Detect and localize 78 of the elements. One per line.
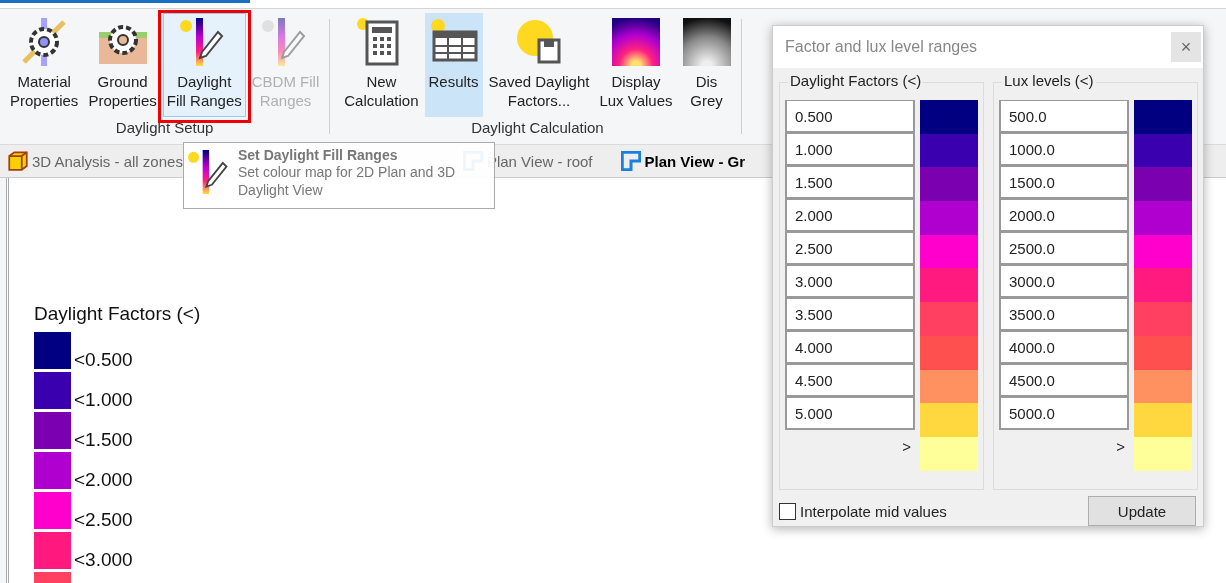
cube-icon [8,151,28,171]
ribbon-button[interactable]: Material Properties [6,13,83,117]
colour-swatch[interactable] [920,201,978,235]
range-input[interactable]: 4.500 [785,364,915,397]
range-input[interactable]: 5.000 [785,397,915,430]
colour-swatch[interactable] [920,100,978,134]
greater-than-label: > [902,438,911,455]
tooltip-title: Set Daylight Fill Ranges [238,147,398,163]
colour-swatch[interactable] [920,403,978,437]
legend-label: <1.500 [74,429,133,451]
greater-than-label: > [1116,438,1125,455]
colour-swatch[interactable] [1134,369,1192,404]
floor-plan-icon [620,151,641,171]
colour-swatch[interactable] [920,234,978,269]
ribbon-button[interactable]: New Calculation [340,13,423,117]
legend-label: <2.500 [74,509,133,531]
range-input[interactable]: 500.0 [999,100,1129,133]
legend-label: <3.000 [74,549,133,571]
ribbon-button[interactable]: Results [424,13,483,117]
ribbon-button[interactable]: Display Lux Values [595,13,677,117]
range-input[interactable]: 3000.0 [999,265,1129,298]
dialog-title: Factor and lux level ranges [785,38,978,56]
ribbon-button[interactable]: Saved Daylight Factors... [484,13,594,117]
colour-swatch[interactable] [1134,201,1192,235]
colour-swatch[interactable] [1134,335,1192,370]
ribbon-button[interactable]: Daylight Fill Ranges [162,13,246,117]
range-input[interactable]: 3.500 [785,298,915,331]
close-button[interactable]: × [1171,32,1201,62]
group-label: Daylight Setup [115,119,214,136]
colour-swatch[interactable] [920,436,978,471]
colour-swatch[interactable] [1134,167,1192,202]
colour-swatch[interactable] [1134,403,1192,437]
colour-swatch[interactable] [1134,234,1192,269]
gear-icon [20,18,69,66]
shaded-gradient-icon [682,18,731,66]
range-input[interactable]: 2.000 [785,199,915,232]
colour-swatch[interactable] [1134,436,1192,471]
range-input[interactable]: 3.000 [785,265,915,298]
range-input[interactable]: 1000.0 [999,133,1129,166]
range-input[interactable]: 1500.0 [999,166,1129,199]
colour-swatch[interactable] [1134,133,1192,168]
legend-label: <0.500 [74,349,133,371]
gradient-icon [612,18,660,66]
checkbox[interactable] [779,502,796,520]
colour-swatch[interactable] [920,335,978,370]
ribbon-button[interactable]: Dis Grey [678,13,735,117]
range-input[interactable]: 4000.0 [999,331,1129,364]
group-title: Lux levels (<) [1002,72,1096,89]
tooltip-description: Set colour map for 2D Plan and 3D Daylight View [238,163,457,199]
range-input[interactable]: 1.500 [785,166,915,199]
group-title: Daylight Factors (<) [788,72,924,89]
colour-swatch[interactable] [920,268,978,303]
view-tab[interactable]: 3D Analysis - all zones [8,151,183,171]
range-input[interactable]: 5000.0 [999,397,1129,430]
view-tab[interactable]: Plan View - Gr [620,151,746,171]
colour-swatch[interactable] [920,133,978,168]
sun-disk-icon [515,18,563,66]
colour-swatch[interactable] [1134,268,1192,303]
colour-swatch[interactable] [1134,302,1192,336]
range-input[interactable]: 2500.0 [999,232,1129,265]
legend-label: <1.000 [74,389,133,411]
range-input[interactable]: 2.500 [785,232,915,265]
legend-title: Daylight Factors (<) [34,303,201,325]
range-input[interactable]: 0.500 [785,100,915,133]
ribbon-button[interactable]: Ground Properties [84,13,161,117]
colour-swatch[interactable] [920,167,978,202]
range-input[interactable]: 2000.0 [999,199,1129,232]
range-input[interactable]: 4500.0 [999,364,1129,397]
checkbox-label[interactable]: Interpolate mid values [800,502,947,520]
colour-swatch[interactable] [1134,100,1192,134]
colour-swatch[interactable] [920,302,978,336]
colour-swatch[interactable] [920,369,978,404]
range-input[interactable]: 3500.0 [999,298,1129,331]
range-input[interactable]: 4.000 [785,331,915,364]
range-input[interactable]: 1.000 [785,133,915,166]
update-button[interactable]: Update [1088,496,1196,526]
legend-label: <2.000 [74,469,133,491]
group-label: Daylight Calculation [471,119,604,136]
